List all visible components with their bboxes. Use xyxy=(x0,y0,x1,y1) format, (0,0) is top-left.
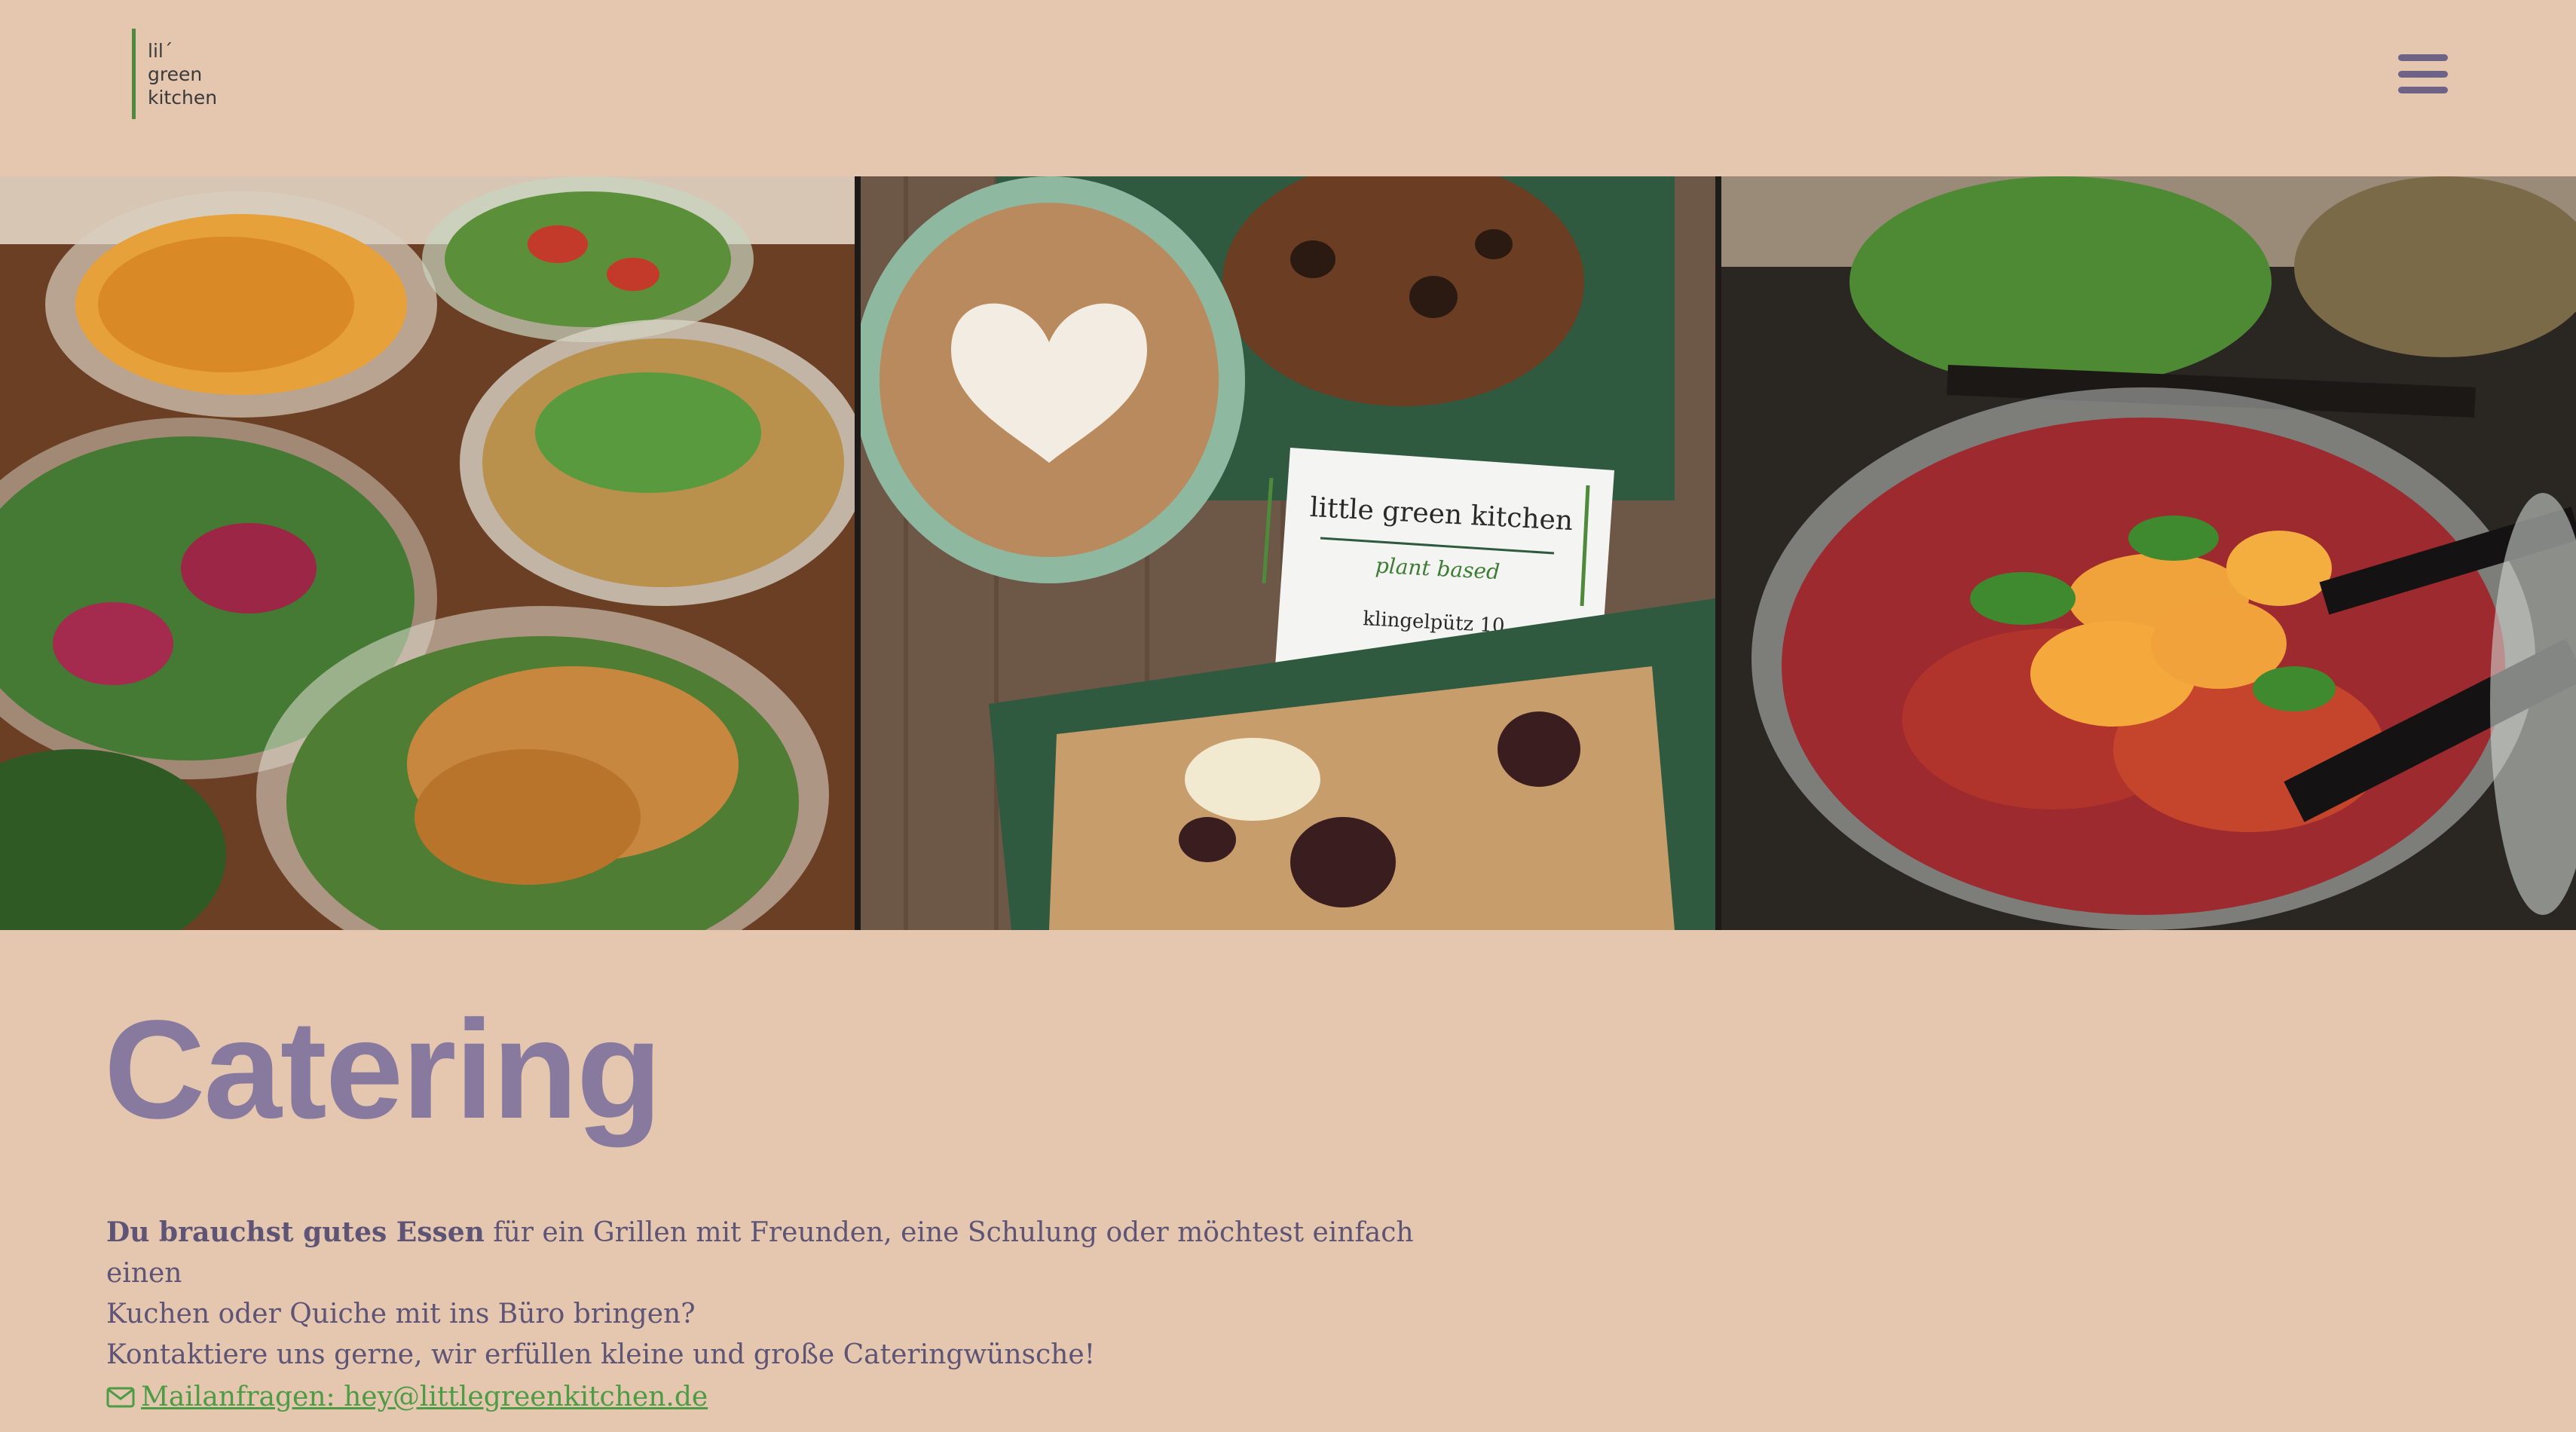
logo-line-1: lil´ xyxy=(148,39,173,62)
page: lil´ green kitchen little green kitchen … xyxy=(0,0,2576,1432)
coffee-and-cake-photo: little green kitchen plant based klingel… xyxy=(861,176,1715,930)
mail-link-label: Mailanfragen: hey@littlegreenkitchen.de xyxy=(141,1382,708,1412)
orange-beet-salad-image xyxy=(1721,176,2576,930)
menu-bar xyxy=(2398,87,2448,93)
logo[interactable]: lil´ green kitchen xyxy=(132,29,217,119)
site-header: lil´ green kitchen xyxy=(0,0,2576,176)
envelope-icon xyxy=(106,1387,135,1408)
intro-bold: Du brauchst gutes Essen xyxy=(106,1216,485,1248)
orange-beet-salad-photo xyxy=(1721,176,2576,930)
hamburger-menu-icon[interactable] xyxy=(2398,54,2448,93)
image-gallery: little green kitchen plant based klingel… xyxy=(0,176,2576,930)
intro-text: Du brauchst gutes Essen für ein Grillen … xyxy=(106,1212,1463,1375)
intro-line-1: Du brauchst gutes Essen für ein Grillen … xyxy=(106,1212,1463,1294)
menu-bar xyxy=(2398,54,2448,61)
salad-bowls-image xyxy=(0,176,855,930)
mail-inquiry-link[interactable]: Mailanfragen: hey@littlegreenkitchen.de xyxy=(106,1376,708,1418)
salad-bowls-photo xyxy=(0,176,855,930)
intro-line-2: Kuchen oder Quiche mit ins Büro bringen? xyxy=(106,1299,696,1329)
logo-line-2: green xyxy=(148,63,203,85)
menu-bar xyxy=(2398,70,2448,78)
page-title: Catering xyxy=(104,992,662,1148)
logo-line-3: kitchen xyxy=(148,86,218,109)
intro-line-3: Kontaktiere uns gerne, wir erfüllen klei… xyxy=(106,1339,1096,1370)
coffee-and-cake-image: little green kitchen plant based klingel… xyxy=(861,176,1715,930)
